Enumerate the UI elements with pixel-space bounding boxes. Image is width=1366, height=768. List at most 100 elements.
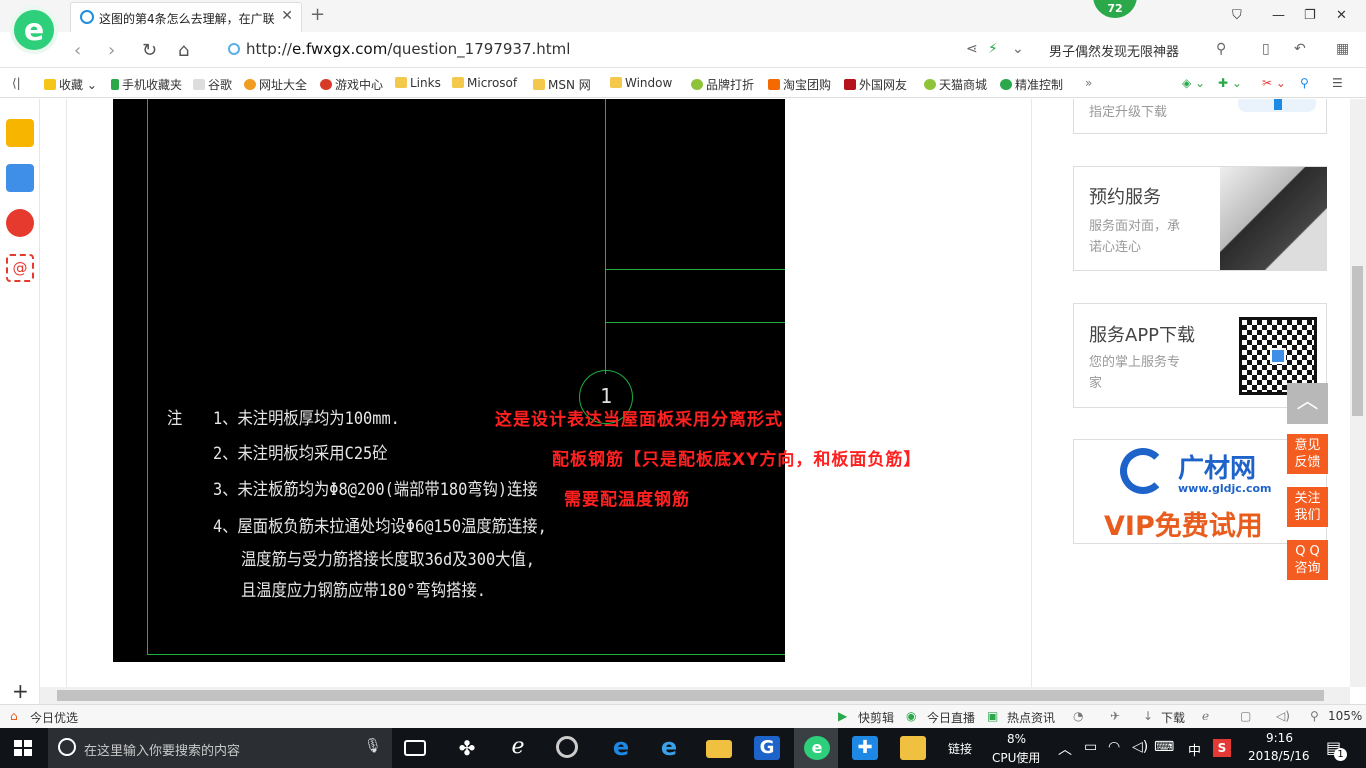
speaker-icon[interactable]: ◁) [1132,739,1148,755]
browser-logo[interactable]: e [10,6,58,54]
close-tab-icon[interactable]: ✕ [281,8,293,24]
back-to-top-button[interactable]: ︿ [1287,383,1328,424]
today-live[interactable]: 今日直播 [927,709,975,726]
windows-taskbar: 在这里输入你要搜索的内容 🎙 ✤ ℯ e e G e ✚ 链接 8% CPU使用… [0,728,1366,768]
browser-taskbar-icon[interactable]: e [804,736,830,760]
back-button[interactable]: ‹ [74,40,81,61]
undo-icon[interactable]: ↶ [1294,41,1306,57]
bookmark-links[interactable]: Links [395,76,441,90]
sogou-icon[interactable]: S [1213,739,1231,757]
close-window-button[interactable]: ✕ [1336,8,1347,23]
taskbar-search[interactable]: 在这里输入你要搜索的内容 🎙 [48,728,392,768]
today-picks[interactable]: 今日优选 [30,709,78,726]
bookmark-foreign[interactable]: 外国网友 [844,76,907,93]
bookmark-msn[interactable]: MSN 网 [533,76,591,93]
share-icon[interactable]: ⋖ [966,41,978,57]
chevron-down-icon[interactable]: ⌄ [1012,41,1024,57]
qq-label-2: 咨询 [1294,561,1321,576]
windows-start-icon[interactable] [14,740,32,757]
phone-icon[interactable]: ▯ [1262,41,1270,57]
folder-icon [610,77,622,88]
pin-icon[interactable]: ✈ [1110,709,1120,723]
link-label[interactable]: 链接 [948,740,972,757]
bookmark-windows[interactable]: Window [610,76,672,90]
bookmark-precise[interactable]: 精准控制 [1000,76,1063,93]
forward-button[interactable]: › [108,40,115,61]
url-field[interactable]: http://e.fwxgx.com/question_1797937.html [246,40,570,58]
favorites-star-icon[interactable] [6,119,34,147]
battery-icon[interactable]: ▭ [1084,739,1097,755]
zoom-icon[interactable]: ⚲ [1300,76,1309,90]
minimize-button[interactable]: — [1272,8,1285,23]
refresh-button[interactable]: ↻ [142,40,157,61]
bookmark-sites[interactable]: 网址大全 [244,76,307,93]
more-bookmarks-icon[interactable]: » [1085,76,1092,90]
feedback-button[interactable]: 意见 反馈 [1287,434,1328,474]
speed-icon[interactable]: ◔ [1073,709,1083,723]
bookmark-mobile[interactable]: 手机收藏夹 [111,76,182,93]
bookmark-microsoft[interactable]: Microsof [452,76,517,90]
menu-icon[interactable]: ☰ [1332,76,1343,90]
tool-app-icon[interactable]: ✚ [852,736,878,760]
zoom-level[interactable]: 105% [1328,709,1362,723]
bookmark-brand-sale[interactable]: 品牌打折 [691,76,754,93]
glodon-icon[interactable]: G [754,736,780,760]
bookmark-tmall[interactable]: 天猫商城 [924,76,987,93]
vertical-scroll-thumb[interactable] [1352,266,1363,416]
download-link[interactable]: 下载 [1161,709,1185,726]
clock-time[interactable]: 9:16 [1266,731,1293,745]
annotation-line-3: 需要配温度钢筋 [564,490,690,510]
ie-icon[interactable]: e [656,735,682,760]
score-badge[interactable]: 72 [1093,0,1137,18]
bookmark-favorites[interactable]: 收藏 ⌄ [44,76,97,93]
upgrade-card[interactable]: 指定升级下载 [1073,99,1327,134]
booking-card[interactable]: 预约服务 服务面对面，承 诺心连心 [1073,166,1327,271]
app-title: 服务APP下载 [1089,325,1196,346]
edge-icon[interactable]: e [608,735,634,760]
search-icon[interactable]: ⚲ [1216,41,1226,57]
mic-icon[interactable]: 🎙 [364,738,382,754]
add-sidebar-icon[interactable]: + [12,679,29,703]
wifi-icon[interactable]: ◠ [1108,739,1120,755]
restore-button[interactable]: ❐ [1304,8,1316,23]
ie-mode-icon[interactable]: ℯ [1202,709,1209,723]
tray-expand-icon[interactable]: ︿ [1058,739,1072,759]
quick-clip[interactable]: 快剪辑 [858,709,894,726]
shirt-icon[interactable]: ⛉ [1232,8,1242,23]
browser-e-icon[interactable]: ℯ [505,736,531,760]
new-tab-button[interactable]: + [310,4,325,25]
bookmark-games[interactable]: 游戏中心 [320,76,383,93]
zoom-search-icon[interactable]: ⚲ [1310,709,1319,723]
lightning-icon[interactable]: ⚡ [988,41,998,57]
keyboard-icon[interactable]: ⌨ [1154,739,1174,755]
collapse-icon[interactable]: ⟨| [12,76,21,90]
download-icon: ↓ [1143,709,1154,723]
notes-app-icon[interactable] [900,736,926,760]
home-button[interactable]: ⌂ [178,40,189,61]
scissors-icon[interactable]: ✂ ⌄ [1262,76,1286,90]
translate-icon[interactable]: ✚ ⌄ [1218,76,1242,90]
toggle-graphic [1238,99,1316,112]
360-icon[interactable] [556,736,578,758]
browser-tab[interactable]: 这图的第4条怎么去理解，在广联 ✕ [70,2,302,32]
hot-news[interactable]: 热点资讯 [1007,709,1055,726]
hot-search-text[interactable]: 男子偶然发现无限神器 [1049,41,1179,60]
volume-icon[interactable]: ◁) [1276,709,1290,723]
task-view-icon[interactable] [404,740,426,756]
weibo-icon[interactable] [6,209,34,237]
qq-consult-button[interactable]: Q Q 咨询 [1287,540,1328,580]
shield-icon[interactable]: ◈ ⌄ [1182,76,1205,90]
bookmark-google[interactable]: 谷歌 [193,76,232,93]
apps-icon[interactable]: ▦ [1336,41,1349,57]
horizontal-scroll-thumb[interactable] [57,690,1324,701]
clock-date[interactable]: 2018/5/16 [1248,749,1310,763]
follow-button[interactable]: 关注 我们 [1287,487,1328,527]
ime-indicator[interactable]: 中 [1188,740,1201,759]
bookmark-taobao[interactable]: 淘宝团购 [768,76,831,93]
window-icon[interactable]: ▢ [1240,709,1251,723]
reading-list-icon[interactable] [6,164,34,192]
fan-app-icon[interactable]: ✤ [454,736,480,760]
ad-slogan: VIP免费试用 [1104,511,1263,542]
email-icon[interactable]: @ [6,254,34,282]
file-explorer-icon[interactable] [706,740,732,758]
